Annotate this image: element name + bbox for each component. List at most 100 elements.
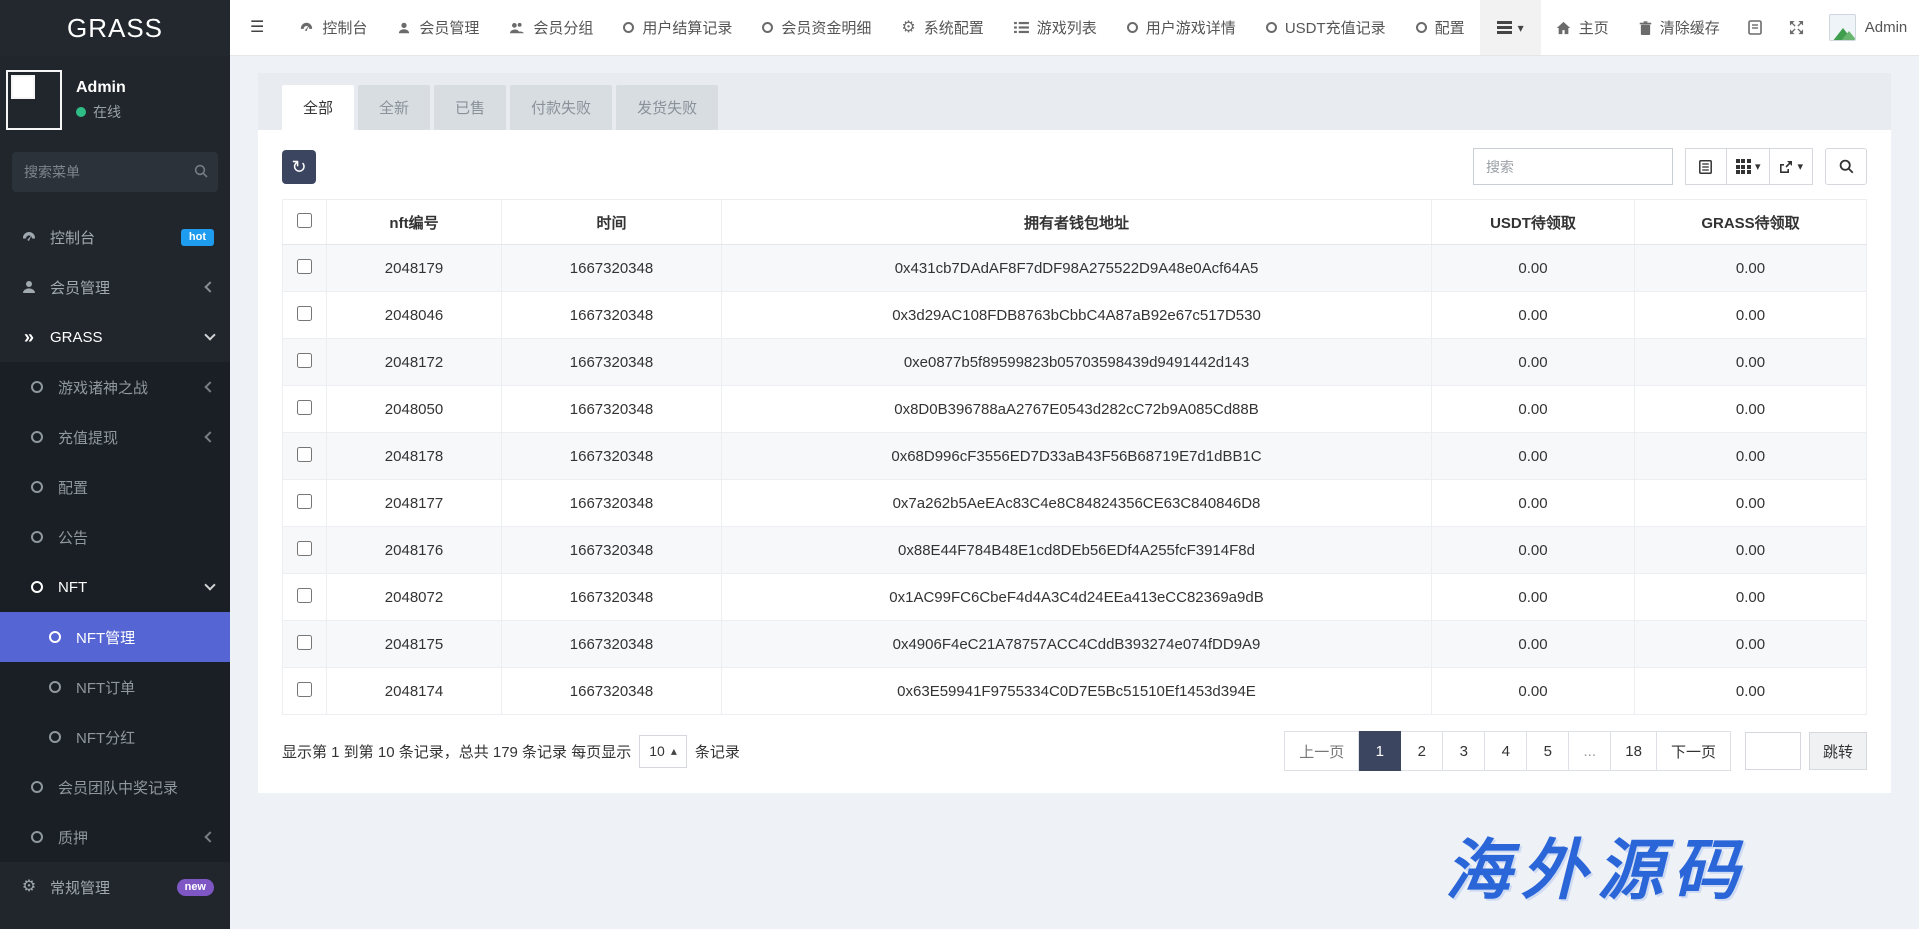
table-row[interactable]: 2048072 1667320348 0x1AC99FC6CbeF4d4A3C4… <box>283 574 1867 621</box>
table-row[interactable]: 2048175 1667320348 0x4906F4eC21A78757ACC… <box>283 621 1867 668</box>
row-checkbox[interactable] <box>297 447 312 462</box>
topnav-settlement-records[interactable]: 用户结算记录 <box>608 0 747 55</box>
table-row[interactable]: 2048176 1667320348 0x88E44F784B48E1cd8DE… <box>283 527 1867 574</box>
address-cell: 0x63E59941F9755334C0D7E5Bc51510Ef1453d39… <box>722 668 1432 715</box>
column-header-time: 时间 <box>502 200 722 245</box>
time-cell: 1667320348 <box>502 386 722 433</box>
row-checkbox[interactable] <box>297 588 312 603</box>
tab-sold[interactable]: 已售 <box>434 85 506 130</box>
row-checkbox[interactable] <box>297 541 312 556</box>
pagination-prev[interactable]: 上一页 <box>1284 731 1359 771</box>
usdt-cell: 0.00 <box>1432 668 1635 715</box>
sidebar-item-team-prize-records[interactable]: 会员团队中奖记录 <box>0 762 230 812</box>
sidebar-item-dashboard[interactable]: 控制台 hot <box>0 212 230 262</box>
pagination-page[interactable]: 5 <box>1527 731 1569 771</box>
sidebar-item-members[interactable]: 会员管理 <box>0 262 230 312</box>
sidebar-item-general-manage[interactable]: ⚙ 常规管理 new <box>0 862 230 912</box>
sidebar-item-config[interactable]: 配置 <box>0 462 230 512</box>
sidebar-item-plugin-manage[interactable]: 插件管理 new <box>0 912 230 929</box>
pagination-page[interactable]: 1 <box>1359 731 1401 771</box>
menu-search-input[interactable] <box>12 152 218 192</box>
nav-overflow-menu-button[interactable]: ▾ <box>1480 0 1541 55</box>
sidebar-toggle-button[interactable]: ☰ <box>230 0 284 55</box>
sidebar-item-nft-manage[interactable]: NFT管理 <box>0 612 230 662</box>
row-checkbox[interactable] <box>297 400 312 415</box>
export-button[interactable]: ▾ <box>1770 148 1813 185</box>
topnav-dashboard[interactable]: 控制台 <box>284 0 382 55</box>
tab-all[interactable]: 全部 <box>282 85 354 130</box>
pagination-next[interactable]: 下一页 <box>1657 731 1731 771</box>
jump-page-input[interactable] <box>1745 732 1801 770</box>
row-checkbox[interactable] <box>297 353 312 368</box>
sidebar-item-announcement[interactable]: 公告 <box>0 512 230 562</box>
columns-button[interactable]: ▾ <box>1727 148 1771 185</box>
book-icon <box>1748 20 1763 36</box>
clear-cache-button[interactable]: 清除缓存 <box>1624 0 1735 55</box>
docs-button[interactable] <box>1735 0 1776 55</box>
topbar-nav: ☰ 控制台 会员管理 会员分组 用户结算记录 <box>230 0 1480 55</box>
table-footer: 显示第 1 到第 10 条记录，总共 179 条记录 每页显示 10 ▴ 条记录… <box>282 731 1867 771</box>
topnav-usdt-recharge-records[interactable]: USDT充值记录 <box>1251 0 1401 55</box>
sidebar-item-game-gods-war[interactable]: 游戏诸神之战 <box>0 362 230 412</box>
topnav-game-list[interactable]: 游戏列表 <box>999 0 1112 55</box>
hot-badge: hot <box>181 229 214 246</box>
nft-id-cell: 2048177 <box>327 480 502 527</box>
export-icon <box>1779 160 1793 174</box>
sidebar-item-grass[interactable]: » GRASS <box>0 312 230 362</box>
page-size-dropdown[interactable]: 10 ▴ <box>639 735 687 768</box>
user-icon <box>397 21 411 35</box>
pagination-page[interactable]: 18 <box>1611 731 1657 771</box>
table-row[interactable]: 2048050 1667320348 0x8D0B396788aA2767E05… <box>283 386 1867 433</box>
pagination-page[interactable]: 3 <box>1443 731 1485 771</box>
column-header-owner-address: 拥有者钱包地址 <box>722 200 1432 245</box>
pagination-page[interactable]: 2 <box>1401 731 1443 771</box>
sidebar-item-nft[interactable]: NFT <box>0 562 230 612</box>
tab-delivery-failed[interactable]: 发货失败 <box>616 85 718 130</box>
nft-id-cell: 2048174 <box>327 668 502 715</box>
chevron-left-icon <box>204 381 215 392</box>
grass-cell: 0.00 <box>1635 292 1867 339</box>
row-checkbox[interactable] <box>297 259 312 274</box>
table-row[interactable]: 2048177 1667320348 0x7a262b5AeEAc83C4e8C… <box>283 480 1867 527</box>
table-row[interactable]: 2048178 1667320348 0x68D996cF3556ED7D33a… <box>283 433 1867 480</box>
nft-id-cell: 2048175 <box>327 621 502 668</box>
sidebar-item-recharge-withdraw[interactable]: 充值提现 <box>0 412 230 462</box>
grass-submenu: 游戏诸神之战 充值提现 配置 公告 <box>0 362 230 862</box>
time-cell: 1667320348 <box>502 668 722 715</box>
topnav-members[interactable]: 会员管理 <box>382 0 494 55</box>
pagination-page[interactable]: 4 <box>1485 731 1527 771</box>
table-search-input[interactable] <box>1473 148 1673 185</box>
detail-view-button[interactable] <box>1685 148 1727 185</box>
fullscreen-icon <box>1789 20 1804 35</box>
sidebar-item-staking[interactable]: 质押 <box>0 812 230 862</box>
usdt-cell: 0.00 <box>1432 292 1635 339</box>
sidebar-item-label: NFT订单 <box>76 677 135 698</box>
topnav-system-config[interactable]: ⚙ 系统配置 <box>886 0 998 55</box>
table-row[interactable]: 2048046 1667320348 0x3d29AC108FDB8763bCb… <box>283 292 1867 339</box>
topnav-config[interactable]: 配置 <box>1401 0 1480 55</box>
table-row[interactable]: 2048172 1667320348 0xe0877b5f89599823b05… <box>283 339 1867 386</box>
row-checkbox[interactable] <box>297 635 312 650</box>
row-checkbox[interactable] <box>297 682 312 697</box>
select-all-checkbox[interactable] <box>297 213 312 228</box>
sidebar-item-nft-dividend[interactable]: NFT分红 <box>0 712 230 762</box>
refresh-button[interactable]: ↻ <box>282 150 316 184</box>
home-button[interactable]: 主页 <box>1541 0 1624 55</box>
topnav-user-game-details[interactable]: 用户游戏详情 <box>1112 0 1251 55</box>
table-row[interactable]: 2048179 1667320348 0x431cb7DAdAF8F7dDF98… <box>283 245 1867 292</box>
row-checkbox[interactable] <box>297 494 312 509</box>
circle-icon <box>28 831 46 843</box>
tab-payment-failed[interactable]: 付款失败 <box>510 85 612 130</box>
summary-suffix: 条记录 <box>695 741 740 762</box>
jump-button[interactable]: 跳转 <box>1809 732 1867 770</box>
topnav-member-groups[interactable]: 会员分组 <box>494 0 608 55</box>
table-row[interactable]: 2048174 1667320348 0x63E59941F9755334C0D… <box>283 668 1867 715</box>
topnav-fund-details[interactable]: 会员资金明细 <box>747 0 886 55</box>
search-button[interactable] <box>1825 148 1867 185</box>
sidebar-item-nft-orders[interactable]: NFT订单 <box>0 662 230 712</box>
user-menu[interactable]: Admin <box>1817 0 1919 55</box>
grass-cell: 0.00 <box>1635 574 1867 621</box>
tab-new[interactable]: 全新 <box>358 85 430 130</box>
row-checkbox[interactable] <box>297 306 312 321</box>
fullscreen-button[interactable] <box>1776 0 1817 55</box>
